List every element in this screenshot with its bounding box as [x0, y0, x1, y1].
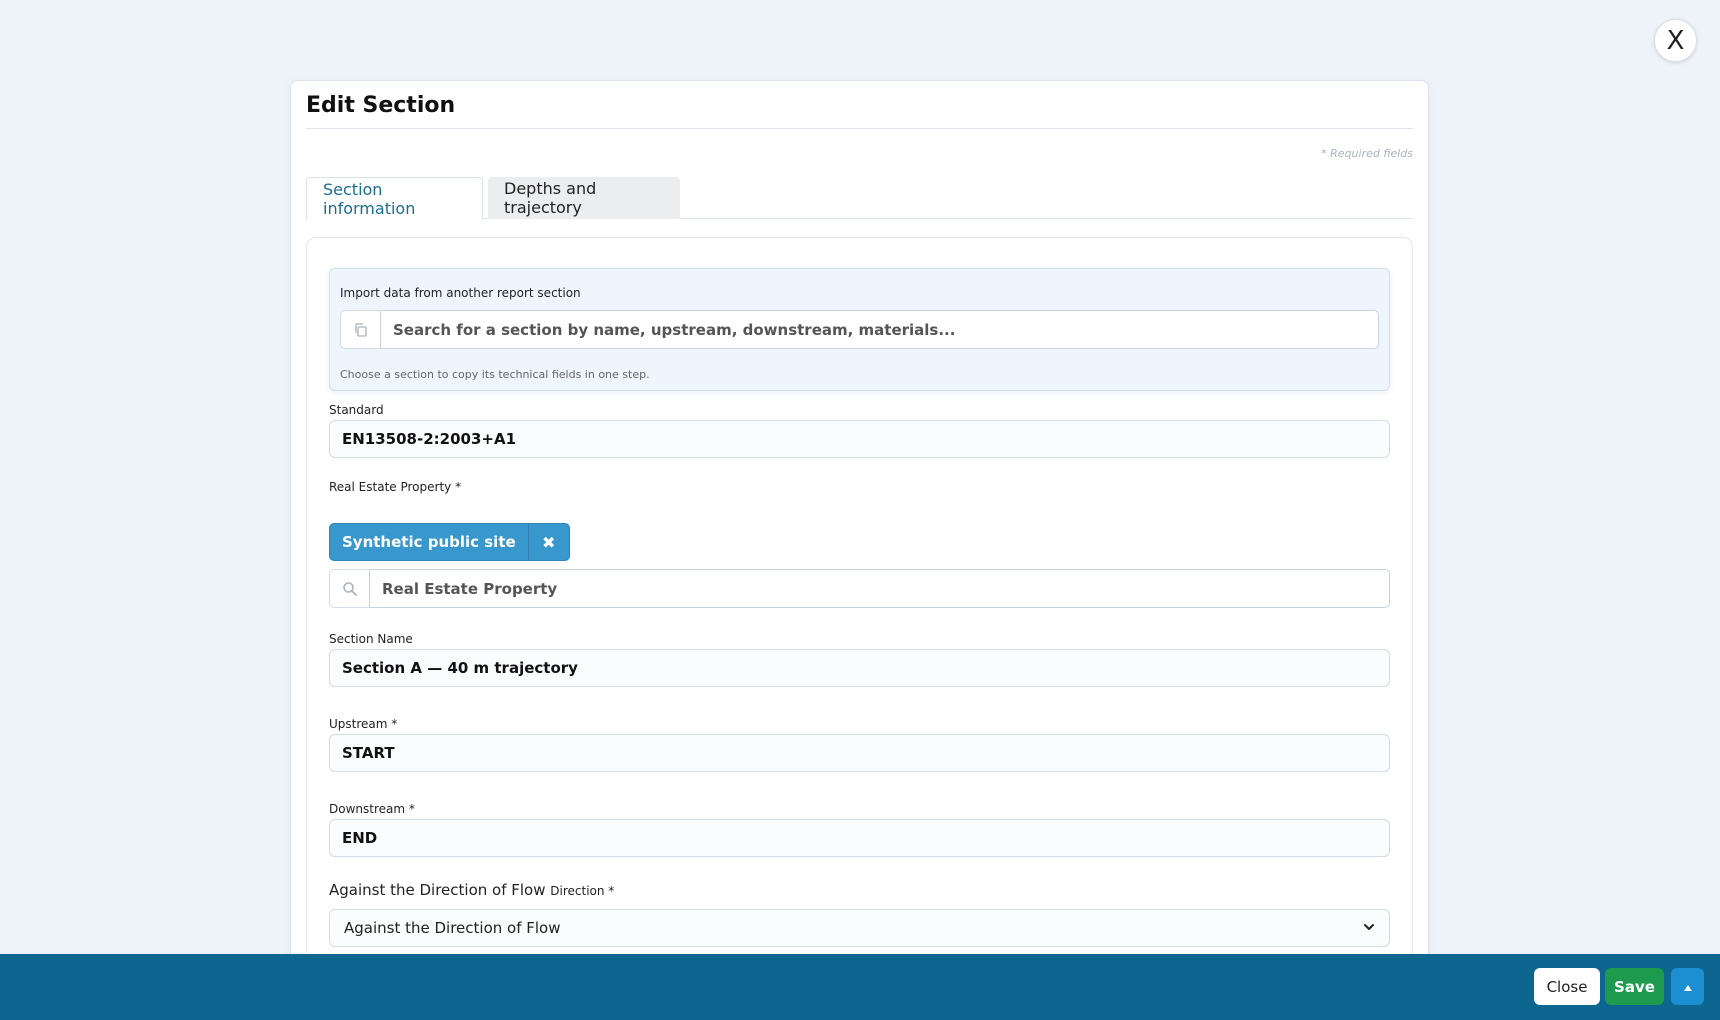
import-input-group — [340, 310, 1379, 349]
search-icon — [329, 569, 369, 608]
section-information-panel: Import data from another report section … — [306, 237, 1413, 999]
upstream-label: Upstream * — [329, 717, 398, 731]
standard-label: Standard — [329, 403, 384, 417]
direction-select[interactable]: Against the Direction of Flow — [329, 909, 1390, 947]
downstream-label: Downstream * — [329, 802, 415, 816]
title-divider — [306, 128, 1413, 129]
direction-label: Against the Direction of Flow Direction … — [329, 881, 614, 899]
times-icon[interactable]: ✖ — [527, 524, 569, 560]
import-search-input[interactable] — [380, 310, 1379, 349]
upstream-field[interactable]: START — [329, 734, 1390, 772]
footer-bar: Close Save — [0, 954, 1720, 1020]
import-help-text: Choose a section to copy its technical f… — [340, 368, 650, 381]
standard-field[interactable]: EN13508-2:2003+A1 — [329, 420, 1390, 458]
tab-bar: Section information Depths and trajector… — [306, 177, 1413, 220]
property-selected-chip: Synthetic public site ✖ — [329, 523, 570, 561]
import-label: Import data from another report section — [340, 286, 581, 300]
direction-label-main: Against the Direction of Flow — [329, 881, 546, 899]
modal-title: Edit Section — [306, 93, 456, 118]
section-name-field[interactable]: Section A — 40 m trajectory — [329, 649, 1390, 687]
downstream-field[interactable]: END — [329, 819, 1390, 857]
save-button[interactable]: Save — [1605, 968, 1664, 1005]
scroll-up-button[interactable] — [1671, 968, 1704, 1005]
property-chip-label: Synthetic public site — [342, 533, 516, 551]
direction-select-value: Against the Direction of Flow — [344, 919, 561, 937]
edit-section-modal: Edit Section * Required fields Section i… — [290, 80, 1429, 999]
direction-label-small: Direction * — [550, 884, 615, 898]
close-x-button[interactable]: X — [1654, 19, 1697, 62]
property-label: Real Estate Property * — [329, 480, 462, 494]
required-fields-note: * Required fields — [1321, 147, 1413, 160]
chevron-down-icon — [1363, 919, 1375, 937]
caret-up-icon — [1683, 978, 1693, 996]
copy-icon — [340, 310, 380, 349]
property-search-group — [329, 569, 1390, 608]
import-section-box: Import data from another report section … — [329, 268, 1390, 391]
section-name-label: Section Name — [329, 632, 413, 646]
tab-depths-and-trajectory[interactable]: Depths and trajectory — [488, 177, 680, 219]
tab-section-information[interactable]: Section information — [306, 177, 483, 220]
property-search-input[interactable] — [369, 569, 1390, 608]
close-button[interactable]: Close — [1534, 968, 1600, 1005]
